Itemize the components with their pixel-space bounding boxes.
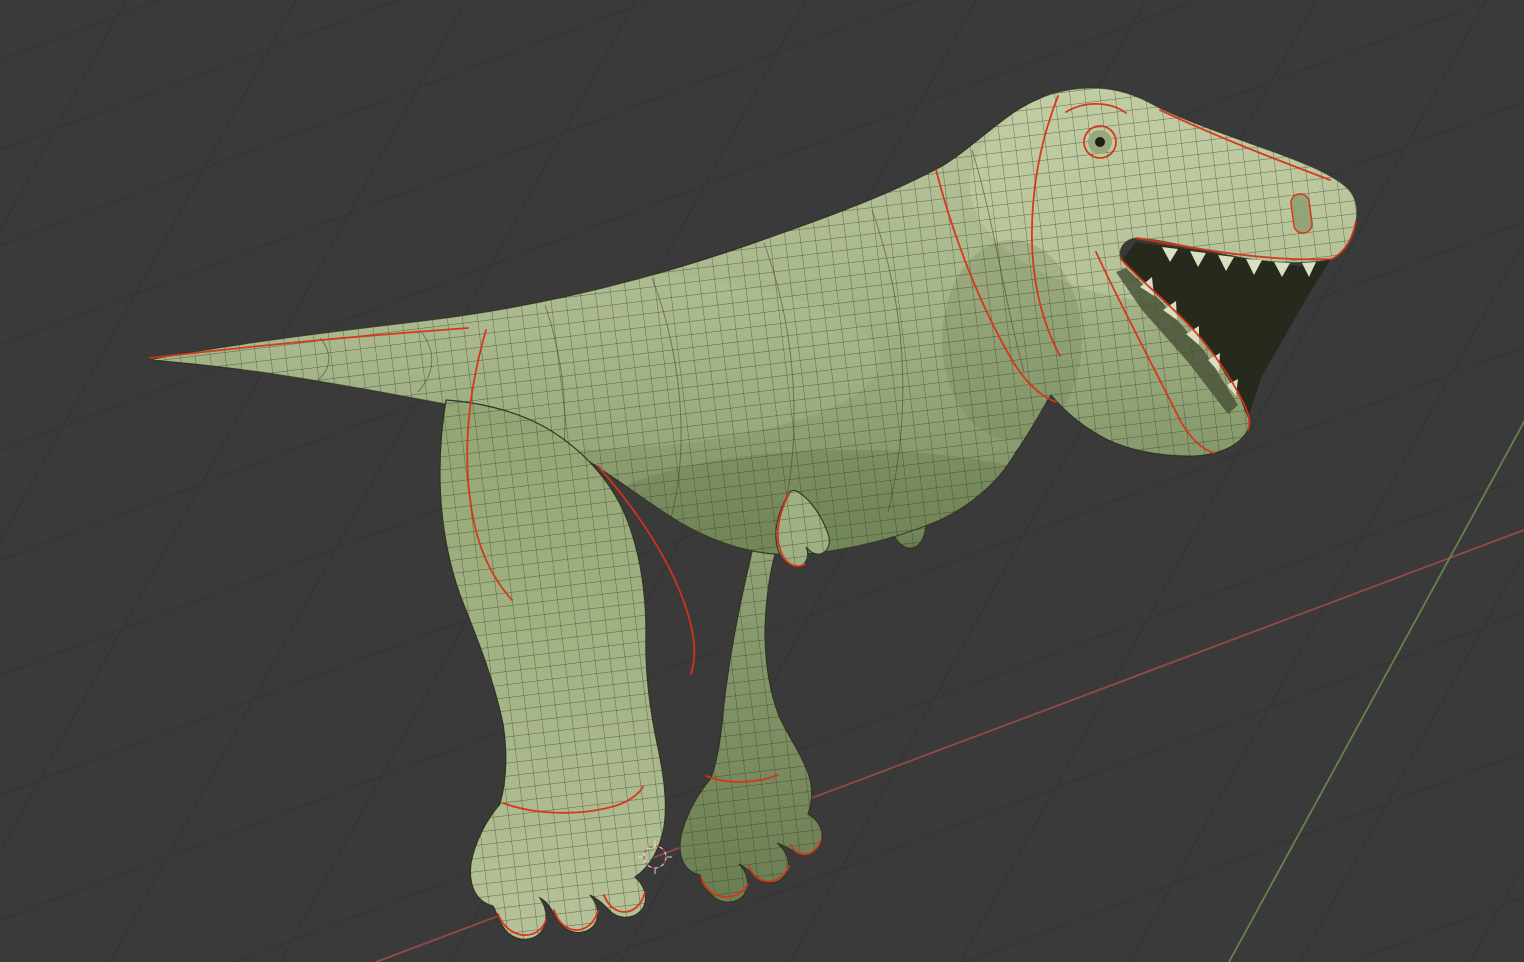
eye <box>1088 130 1112 154</box>
viewport-canvas[interactable] <box>0 0 1524 962</box>
eye-pupil <box>1095 137 1105 147</box>
blender-3d-viewport[interactable] <box>0 0 1524 962</box>
